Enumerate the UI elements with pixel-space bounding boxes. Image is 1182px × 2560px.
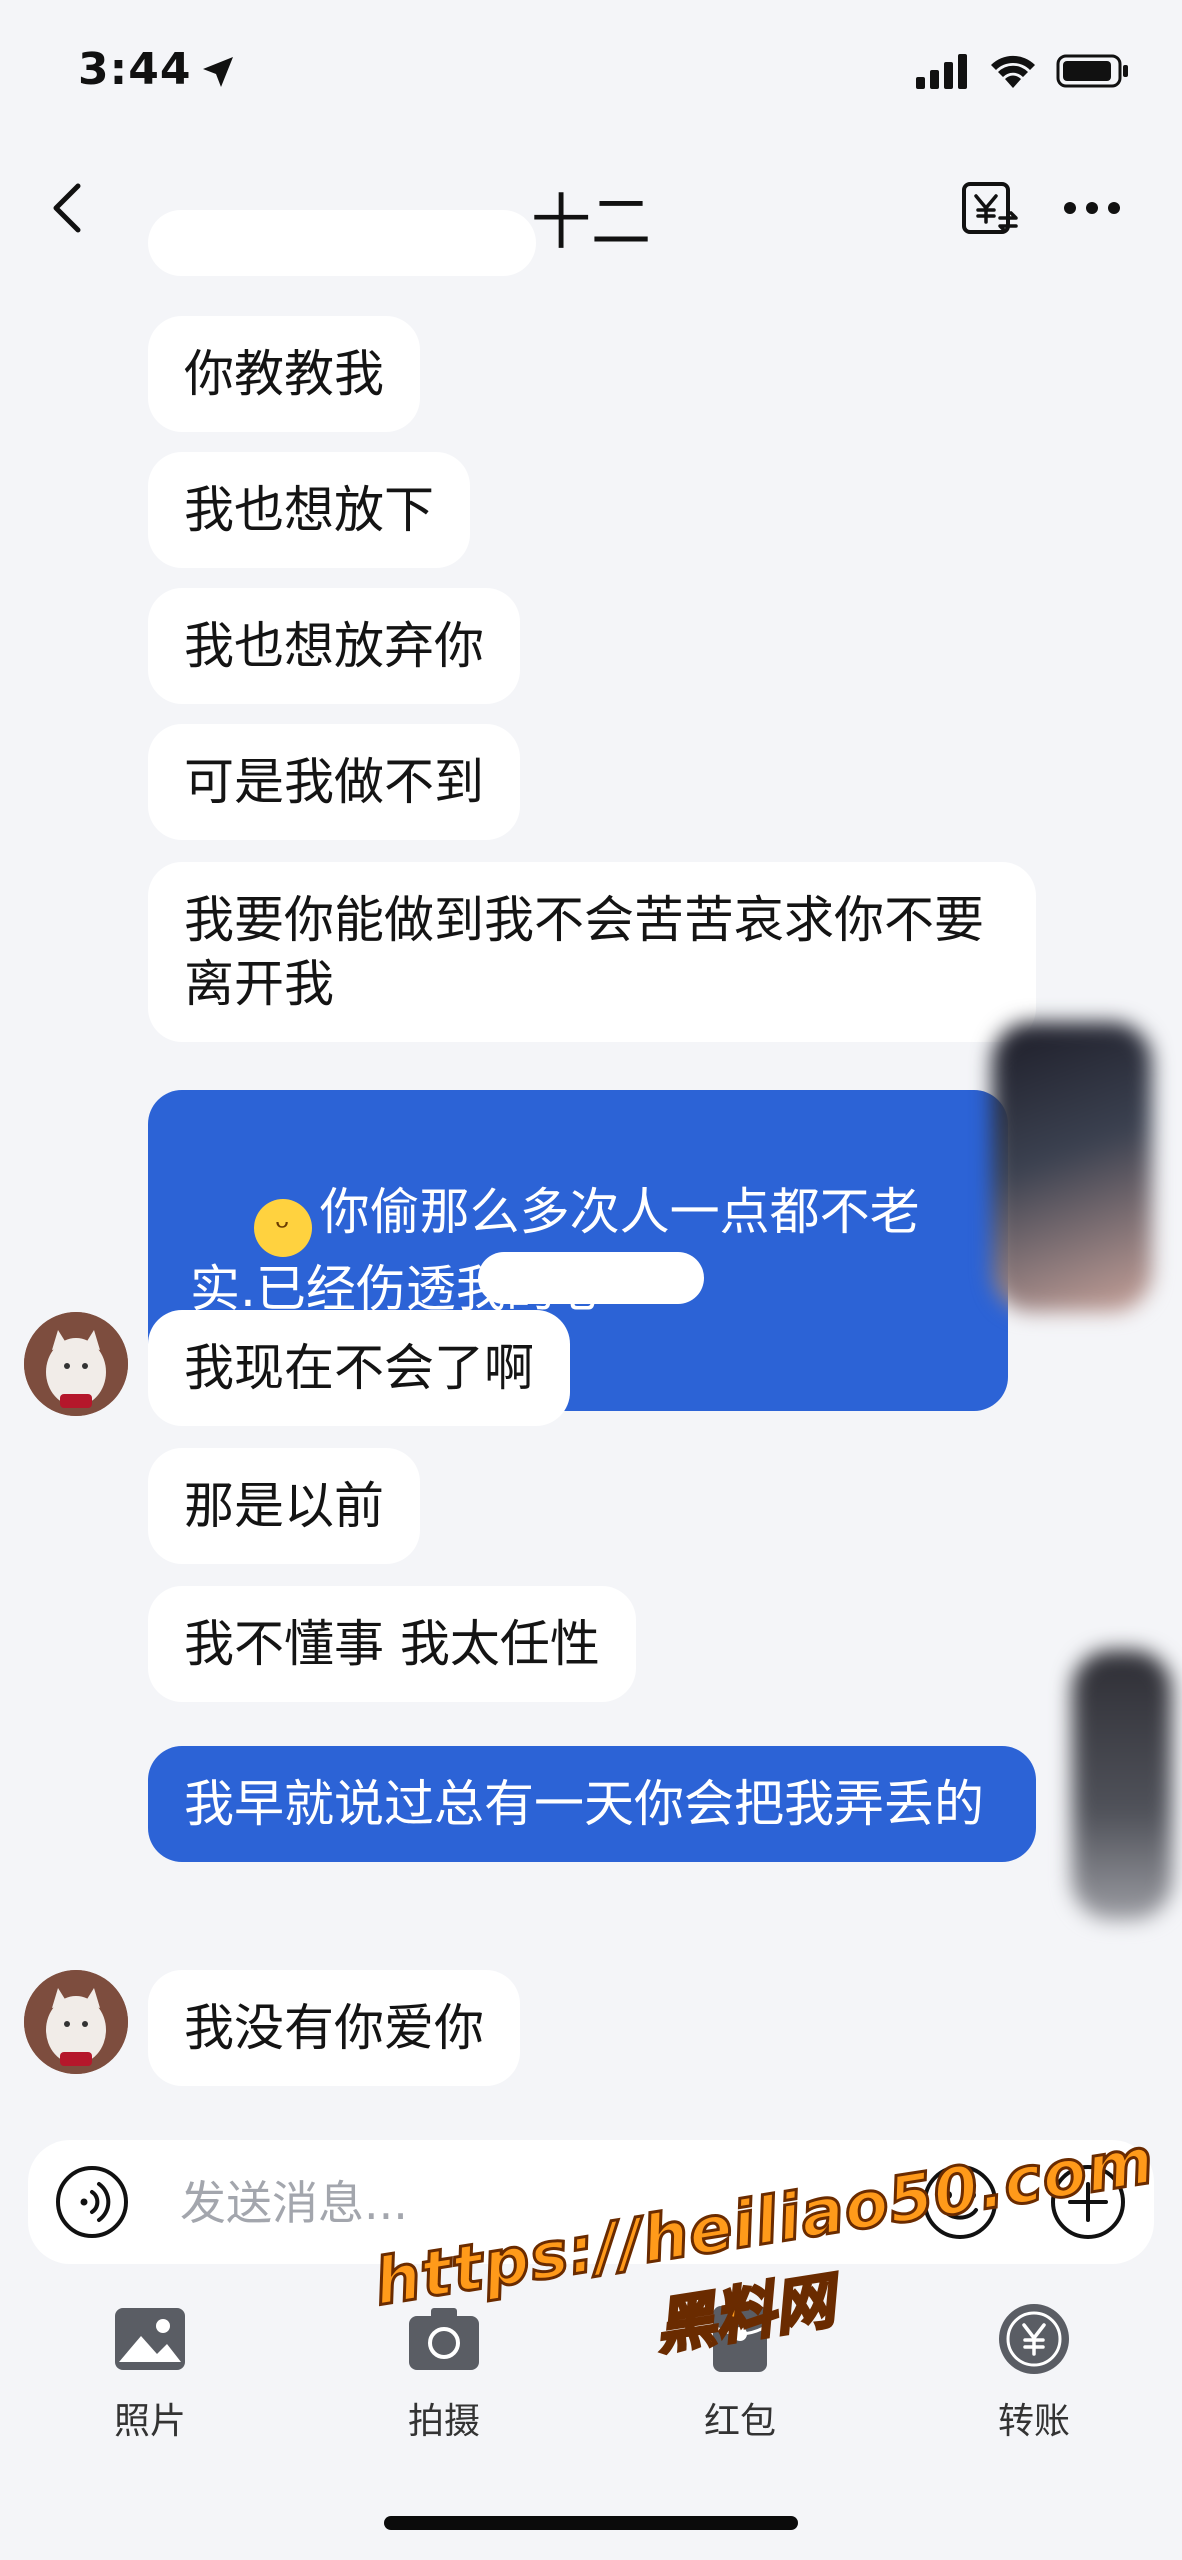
- transfer-icon: [999, 2304, 1069, 2374]
- status-time: 3:44: [78, 44, 192, 95]
- message-bubble-outgoing[interactable]: 我早就说过总有一天你会把我弄丢的: [148, 1746, 1036, 1862]
- red-packet-icon: [712, 2306, 768, 2372]
- status-icons: [914, 52, 1130, 90]
- wifi-icon: [991, 55, 1035, 88]
- message-composer: [28, 2140, 1154, 2264]
- cat-avatar-icon: [24, 1970, 128, 2074]
- camera-icon: [409, 2308, 479, 2370]
- voice-input-icon[interactable]: [54, 2164, 130, 2240]
- message-bubble-incoming[interactable]: 那是以前: [148, 1448, 420, 1564]
- toolbar-label: 拍摄: [407, 2401, 480, 2442]
- toolbar-label: 转账: [997, 2401, 1070, 2442]
- toolbar-label: 红包: [703, 2401, 776, 2442]
- avatar[interactable]: [24, 1970, 128, 2074]
- yuan-transfer-icon[interactable]: [958, 176, 1022, 240]
- cat-avatar-icon: [24, 1312, 128, 1416]
- message-bubble-incoming[interactable]: 可是我做不到: [148, 724, 520, 840]
- message-list[interactable]: 你教教我 我也想放下 我也想放弃你 可是我做不到 我要你能做到我不会苦苦哀求你不…: [0, 210, 1182, 2090]
- sender-avatar-blurred: [1072, 1650, 1172, 1920]
- message-bubble-incoming[interactable]: 我也想放弃你: [148, 588, 520, 704]
- message-bubble-incoming[interactable]: 我不懂事 我太任性: [148, 1586, 636, 1702]
- toolbar-item-transfer[interactable]: 转账: [954, 2300, 1114, 2460]
- sender-avatar-blurred: [992, 1022, 1152, 1312]
- message-input[interactable]: [178, 2166, 882, 2240]
- avatar[interactable]: [24, 1312, 128, 1416]
- sweat-smile-emoji-icon: ᵕ: [253, 1199, 312, 1257]
- photo-icon: [115, 2308, 185, 2370]
- home-indicator[interactable]: [384, 2516, 798, 2530]
- battery-icon: [1056, 54, 1128, 88]
- message-bubble-incoming[interactable]: 我也想放下: [148, 452, 470, 568]
- message-timestamp-pill: [478, 1252, 704, 1304]
- toolbar-label: 照片: [113, 2401, 186, 2442]
- location-arrow-icon: [203, 57, 233, 87]
- toolbar-item-camera[interactable]: 拍摄: [364, 2300, 524, 2460]
- cellular-signal-icon: [916, 54, 967, 89]
- plus-icon[interactable]: [1048, 2162, 1128, 2242]
- bottom-toolbar: 照片 拍摄 红包 转账: [0, 2300, 1182, 2460]
- message-bubble-incoming[interactable]: 我现在不会了啊: [148, 1310, 570, 1426]
- more-dots-icon[interactable]: [1060, 180, 1124, 236]
- message-bubble-incoming[interactable]: 我没有你爱你: [148, 1970, 520, 2086]
- toolbar-item-photo[interactable]: 照片: [70, 2300, 230, 2460]
- message-bubble-incoming[interactable]: 我要你能做到我不会苦苦哀求你不要离开我: [148, 862, 1036, 1042]
- message-bubble-incoming[interactable]: 你教教我: [148, 316, 420, 432]
- status-bar: 3:44: [0, 0, 1182, 150]
- toolbar-item-red-packet[interactable]: 红包: [660, 2300, 820, 2460]
- message-bubble-partial: [148, 210, 536, 276]
- emoji-icon[interactable]: [920, 2162, 1000, 2242]
